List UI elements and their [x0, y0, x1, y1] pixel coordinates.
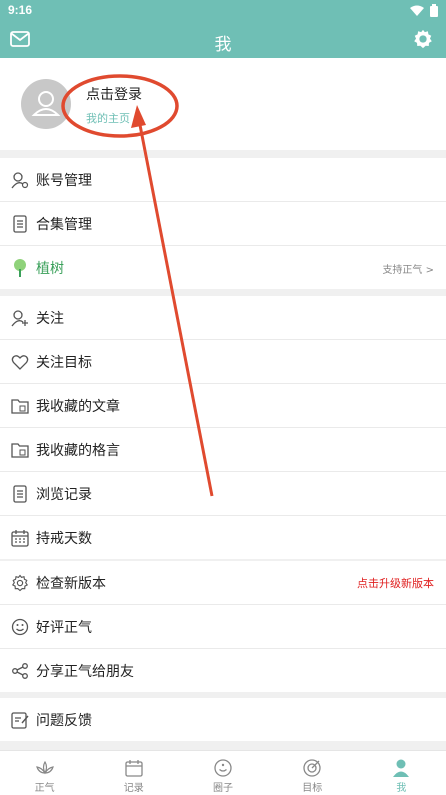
settings-group-content: 关注 关注目标 我收藏的文章 我收藏的格言 浏览记录 持戒天数 [0, 296, 446, 559]
tab-goals[interactable]: 目标 [268, 751, 357, 795]
menu-item-label: 分享正气给朋友 [36, 664, 134, 680]
settings-group-account: 账号管理 合集管理 植树 支持正气 > [0, 158, 446, 289]
login-link[interactable]: 点击登录 [86, 84, 142, 104]
menu-item-label: 关注目标 [36, 355, 92, 371]
menu-item-rate-app[interactable]: 好评正气 [0, 605, 446, 649]
user-add-icon [11, 310, 28, 327]
document-icon [13, 485, 27, 503]
app-header: 我 [0, 22, 446, 58]
menu-item-feedback[interactable]: 问题反馈 [0, 698, 446, 741]
calendar-icon [125, 760, 143, 777]
menu-item-account-management[interactable]: 账号管理 [0, 158, 446, 202]
wifi-icon [410, 5, 424, 16]
gear-icon[interactable] [412, 28, 434, 50]
gear-icon [11, 574, 29, 592]
settings-group-app: 检查新版本 点击升级新版本 好评正气 分享正气给朋友 [0, 561, 446, 692]
folder-icon [11, 443, 29, 458]
menu-item-follow[interactable]: 关注 [0, 296, 446, 340]
tab-circle[interactable]: 圈子 [178, 751, 267, 795]
profile-card[interactable]: 点击登录 我的主页 [0, 58, 446, 150]
menu-item-share-app[interactable]: 分享正气给朋友 [0, 649, 446, 692]
status-time: 9:16 [8, 3, 33, 17]
upgrade-link[interactable]: 点击升级新版本 [357, 575, 434, 591]
menu-item-label: 账号管理 [36, 173, 92, 189]
menu-item-abstinence-days[interactable]: 持戒天数 [0, 516, 446, 559]
menu-item-check-update[interactable]: 检查新版本 点击升级新版本 [0, 561, 446, 605]
tab-label: 我 [396, 783, 407, 794]
tree-icon [14, 259, 26, 277]
menu-item-label: 问题反馈 [36, 713, 92, 729]
menu-item-label: 植树 [36, 261, 64, 277]
user-placeholder-icon [31, 91, 61, 116]
menu-item-browse-history[interactable]: 浏览记录 [0, 472, 446, 516]
homepage-link[interactable]: 我的主页 [86, 110, 130, 126]
menu-item-follow-goals[interactable]: 关注目标 [0, 340, 446, 384]
tab-label: 记录 [123, 783, 144, 794]
folder-icon [11, 399, 29, 414]
page-title: 我 [214, 35, 232, 55]
tab-me[interactable]: 我 [357, 751, 446, 795]
support-link[interactable]: 支持正气 > [382, 261, 434, 276]
menu-item-saved-articles[interactable]: 我收藏的文章 [0, 384, 446, 428]
menu-item-collection-management[interactable]: 合集管理 [0, 202, 446, 246]
document-icon [13, 215, 27, 233]
battery-icon [430, 4, 438, 17]
menu-item-plant-tree[interactable]: 植树 支持正气 > [0, 246, 446, 289]
settings-group-feedback: 问题反馈 [0, 698, 446, 741]
menu-item-label: 持戒天数 [36, 531, 92, 547]
menu-item-label: 我收藏的格言 [36, 443, 120, 459]
bottom-tab-bar: 正气 记录 圈子 目标 我 [0, 750, 446, 795]
tab-zhengqi[interactable]: 正气 [0, 751, 89, 795]
calendar-icon [11, 530, 29, 547]
share-icon [12, 663, 28, 679]
status-bar: 9:16 [0, 0, 446, 22]
tab-label: 目标 [302, 783, 323, 794]
edit-note-icon [11, 712, 29, 729]
status-icons [410, 4, 438, 17]
heart-icon [11, 355, 29, 370]
circle-smile-icon [214, 759, 232, 777]
menu-item-saved-quotes[interactable]: 我收藏的格言 [0, 428, 446, 472]
menu-item-label: 检查新版本 [36, 576, 106, 592]
menu-item-label: 浏览记录 [36, 487, 92, 503]
menu-item-label: 合集管理 [36, 217, 92, 233]
user-settings-icon [11, 172, 29, 189]
tab-records[interactable]: 记录 [89, 751, 178, 795]
avatar[interactable] [21, 79, 71, 129]
menu-item-label: 关注 [36, 311, 64, 327]
lotus-icon [35, 760, 54, 775]
menu-item-label: 好评正气 [36, 620, 92, 636]
tab-label: 圈子 [213, 783, 233, 794]
smiley-icon [11, 618, 29, 636]
target-icon [303, 759, 321, 777]
tab-label: 正气 [34, 783, 55, 794]
user-icon [393, 759, 410, 777]
menu-item-label: 我收藏的文章 [36, 399, 120, 415]
